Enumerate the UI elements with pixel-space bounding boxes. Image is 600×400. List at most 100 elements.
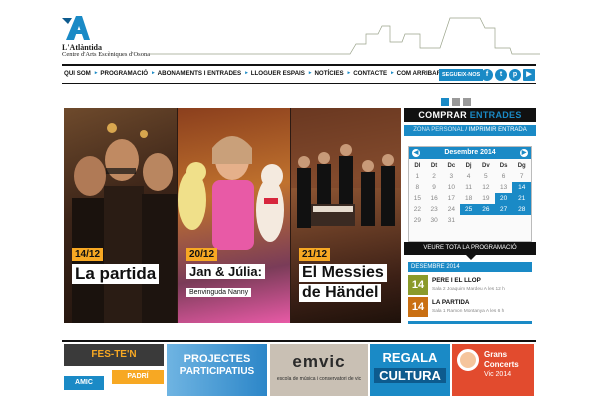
calendar-day: 5 xyxy=(484,173,488,180)
atlantida-logo-icon xyxy=(62,14,94,42)
event-details: Sala 2 Joaquim Mardeu A les 12 h xyxy=(432,287,505,292)
pinterest-icon[interactable]: p xyxy=(509,69,521,81)
buy-tickets-title-b: ENTRADES xyxy=(469,110,522,120)
slider-dots xyxy=(441,98,471,106)
nav-separator-icon: ▸ xyxy=(94,70,98,76)
gift-culture-promo[interactable]: REGALA CULTURA xyxy=(370,344,450,396)
emvic-logo: emvic xyxy=(292,352,346,371)
event-list-item[interactable]: 14 LA PARTIDA Sala 1 Ramon Montanya A le… xyxy=(408,297,532,319)
calendar-day: 8 xyxy=(415,184,420,191)
event-day: 14 xyxy=(408,275,428,295)
calendar-day: 17 xyxy=(447,195,455,202)
nav-separator-icon: ▸ xyxy=(245,70,248,76)
calendar-event-day[interactable]: 28 xyxy=(512,204,531,215)
buy-tickets-header[interactable]: COMPRAR ENTRADES xyxy=(404,108,536,122)
events-month-label: DESEMBRE 2014 xyxy=(408,262,532,272)
main-nav: QUI SOM ▸ PROGRAMACIÓ ▸ ABONAMENTS I ENT… xyxy=(62,64,536,84)
calendar-event-day[interactable]: 26 xyxy=(476,204,495,215)
twitter-icon[interactable]: t xyxy=(495,69,507,81)
calendar-empty-cell xyxy=(512,215,531,226)
print-ticket-link[interactable]: IMPRIMIR ENTRADA xyxy=(469,127,527,133)
zone-bar: ZONA PERSONAL / IMPRIMIR ENTRADA xyxy=(404,125,536,136)
calendar-week: 29 30 31 xyxy=(409,215,531,226)
skyline-decoration xyxy=(150,17,540,55)
calendar-day: 3 xyxy=(449,173,454,180)
calendar-day: 29 xyxy=(413,217,421,224)
calendar-day: 19 xyxy=(482,195,490,202)
page: L'Atlàntida Centre d'Arts Escèniques d'O… xyxy=(0,0,600,400)
calendar-event-day[interactable]: 27 xyxy=(494,204,513,215)
emvic-caption: escola de música i conservatori de vic xyxy=(276,376,362,382)
calendar-event-day[interactable]: 14 xyxy=(512,182,531,193)
calendar-event-day[interactable]: 21 xyxy=(512,193,531,204)
show-title: Jan & Júlia: xyxy=(186,264,265,279)
weekday-label: Dl xyxy=(414,162,421,169)
show-subtitle: Benvinguda Nanny xyxy=(186,288,252,297)
emvic-promo[interactable]: emvic escola de música i conservatori de… xyxy=(270,344,368,396)
grans-concerts-logo-icon xyxy=(457,349,479,371)
participatory-projects-promo[interactable]: PROJECTES PARTICIPATIUS xyxy=(167,344,267,396)
weekday-label: Dc xyxy=(447,162,456,169)
nav-separator-icon: ▸ xyxy=(152,70,155,76)
facebook-icon[interactable]: f xyxy=(481,69,493,81)
calendar-day: 23 xyxy=(430,206,438,213)
calendar-event-day[interactable]: 25 xyxy=(460,204,477,215)
calendar-day: 30 xyxy=(430,217,438,224)
calendar-empty-cell xyxy=(460,215,477,226)
personal-zone-link[interactable]: ZONA PERSONAL xyxy=(413,127,463,133)
calendar-day: 18 xyxy=(464,195,473,202)
show-date: 21/12 xyxy=(299,248,331,261)
cultura-label: CULTURA xyxy=(374,368,446,383)
nav-separator-icon: ▸ xyxy=(347,70,351,76)
buy-tickets-title-a: COMPRAR xyxy=(418,110,470,120)
youtube-icon[interactable]: ▶ xyxy=(523,69,535,81)
grans-label: Grans xyxy=(484,350,508,359)
nav-noticies[interactable]: NOTÍCIES xyxy=(314,70,343,77)
view-all-programming-button[interactable]: VEURE TOTA LA PROGRAMACIÓ xyxy=(404,242,536,255)
weekday-label: Dj xyxy=(465,162,472,169)
slider-dot[interactable] xyxy=(452,98,460,106)
events-scrollbar[interactable] xyxy=(408,321,532,324)
calendar-day: 16 xyxy=(430,195,438,202)
event-calendar: ◀ Desembre 2014 ▶ Dl Dt Dc Dj Dv Ds Dg 1… xyxy=(408,146,532,242)
show-date: 14/12 xyxy=(72,248,104,261)
amic-label: AMIC xyxy=(64,376,104,390)
event-list-item[interactable]: 14 PERE I EL LLOP Sala 2 Joaquim Mardeu … xyxy=(408,275,532,297)
calendar-day: 2 xyxy=(432,173,436,180)
calendar-day: 12 xyxy=(482,184,490,191)
calendar-week: 15 16 17 18 19 20 21 xyxy=(409,193,531,204)
grans-concerts-promo[interactable]: Grans Concerts Vic 2014 xyxy=(452,344,534,396)
next-month-icon[interactable]: ▶ xyxy=(520,149,528,157)
show-panel-el-messies[interactable]: 21/12 El Messies de Händel xyxy=(291,108,401,323)
calendar-empty-cell xyxy=(477,215,495,226)
calendar-event-day[interactable]: 20 xyxy=(494,193,513,204)
show-panel-la-partida[interactable]: 14/12 La partida xyxy=(64,108,177,323)
prev-month-icon[interactable]: ◀ xyxy=(412,149,420,157)
nav-contacte[interactable]: CONTACTE xyxy=(353,70,387,77)
actors-photo xyxy=(72,123,177,323)
nav-programacio[interactable]: PROGRAMACIÓ xyxy=(100,70,148,77)
calendar-day: 4 xyxy=(466,173,471,180)
calendar-day: 13 xyxy=(499,184,508,191)
calendar-day: 24 xyxy=(447,206,455,213)
divider xyxy=(62,340,536,342)
show-panel-jan-julia[interactable]: 20/12 Jan & Júlia: Benvinguda Nanny xyxy=(178,108,290,323)
friend-sponsor-promo[interactable]: FES-TE'N AMIC PADRÍ xyxy=(64,344,164,396)
slider-dot[interactable] xyxy=(441,98,449,106)
participatius-label: PARTICIPATIUS xyxy=(179,366,255,377)
calendar-day: 10 xyxy=(447,184,455,191)
weekday-label: Dv xyxy=(481,162,490,169)
show-date: 20/12 xyxy=(186,248,218,261)
nav-separator-icon: ▸ xyxy=(391,70,394,76)
calendar-empty-cell xyxy=(495,215,513,226)
calendar-month: Desembre 2014 xyxy=(444,149,496,156)
slider-dot[interactable] xyxy=(463,98,471,106)
padri-label: PADRÍ xyxy=(112,370,164,384)
calendar-day: 6 xyxy=(501,173,506,180)
nav-lloguer-espais[interactable]: LLOGUER ESPAIS xyxy=(251,70,305,77)
concerts-label: Concerts xyxy=(484,360,519,369)
nav-separator-icon: ▸ xyxy=(308,70,312,76)
nav-abonaments[interactable]: ABONAMENTS I ENTRADES xyxy=(158,70,242,77)
nav-qui-som[interactable]: QUI SOM xyxy=(64,70,91,77)
weekday-label: Ds xyxy=(499,162,508,169)
